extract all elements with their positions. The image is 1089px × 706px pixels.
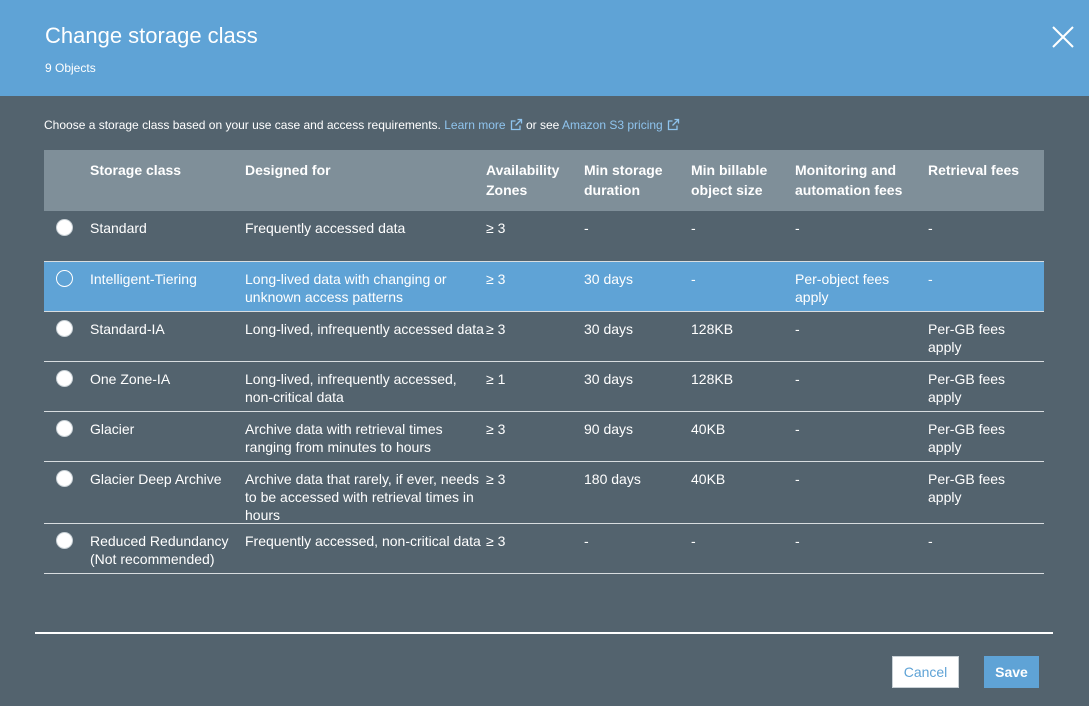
radio-button[interactable] [56,420,73,437]
monitoring-fees: - [795,220,800,236]
min-size: 40KB [691,421,726,437]
storage-class-name: Standard [90,220,147,236]
footer-divider [35,632,1053,634]
min-size: - [691,533,696,549]
monitoring-fees: - [795,421,800,437]
min-size: - [691,271,696,287]
radio-button[interactable] [56,470,73,487]
monitoring-fees: - [795,533,800,549]
pricing-link[interactable]: Amazon S3 pricing [562,118,680,132]
col-monitoring-fees: Monitoring and automation fees [795,162,903,198]
retrieval-fees: - [928,533,933,549]
min-duration: 90 days [584,421,634,437]
radio-button[interactable] [56,370,73,387]
designed-for: Long-lived data with changing or unknown… [245,271,447,305]
designed-for: Archive data that rarely, if ever, needs… [245,471,479,523]
monitoring-fees: Per-object fees apply [795,271,890,305]
intro-description: Choose a storage class based on your use… [44,118,441,132]
min-size: 128KB [691,321,734,337]
table-header: Storage class Designed for Availability Z… [44,150,1044,211]
min-size: 128KB [691,371,734,387]
min-duration: 180 days [584,471,641,487]
availability-zones: ≥ 3 [486,471,506,487]
col-min-billable-size: Min billable object size [691,162,768,198]
storage-class-name: Standard-IA [90,321,165,337]
availability-zones: ≥ 3 [486,421,506,437]
radio-button[interactable] [56,219,73,236]
radio-button[interactable] [56,320,73,337]
retrieval-fees: Per-GB fees apply [928,471,1006,505]
object-count: 9 Objects [45,61,96,75]
monitoring-fees: - [795,371,800,387]
availability-zones: ≥ 1 [486,371,506,387]
col-storage-class: Storage class [90,162,182,178]
storage-class-name: Intelligent-Tiering [90,271,197,287]
monitoring-fees: - [795,321,800,337]
external-link-icon [667,118,679,131]
availability-zones: ≥ 3 [486,271,506,287]
col-designed-for: Designed for [245,162,331,178]
table-row[interactable]: Intelligent-Tiering Long-lived data with… [44,262,1044,312]
min-duration: - [584,533,589,549]
intro-text: Choose a storage class based on your use… [44,118,680,132]
min-size: 40KB [691,471,726,487]
storage-class-table: Storage class Designed for Availability Z… [44,150,1044,574]
table-row[interactable]: Glacier Archive data with retrieval time… [44,412,1044,462]
cancel-button[interactable]: Cancel [892,656,959,688]
retrieval-fees: Per-GB fees apply [928,421,1006,455]
min-duration: 30 days [584,321,634,337]
availability-zones: ≥ 3 [486,533,506,549]
designed-for: Long-lived, infrequently accessed data [245,321,484,337]
radio-button[interactable] [56,532,73,549]
min-duration: 30 days [584,271,634,287]
table-row[interactable]: Reduced Redundancy (Not recommended) Fre… [44,524,1044,574]
retrieval-fees: - [928,220,933,236]
save-button[interactable]: Save [984,656,1039,688]
modal-title: Change storage class [45,23,258,48]
learn-more-link[interactable]: Learn more [444,118,522,132]
table-row[interactable]: Glacier Deep Archive Archive data that r… [44,462,1044,524]
col-retrieval-fees: Retrieval fees [928,162,1020,178]
table-row[interactable]: One Zone-IA Long-lived, infrequently acc… [44,362,1044,412]
close-button[interactable] [1050,24,1076,50]
table-row[interactable]: Standard-IA Long-lived, infrequently acc… [44,312,1044,362]
min-duration: 30 days [584,371,634,387]
designed-for: Frequently accessed data [245,220,406,236]
table-row[interactable]: Standard Frequently accessed data ≥ 3 - … [44,211,1044,262]
designed-for: Long-lived, infrequently accessed, non-c… [245,371,457,405]
or-see-text: or see [525,118,560,132]
external-link-icon [510,118,522,131]
close-icon [1052,26,1074,48]
monitoring-fees: - [795,471,800,487]
storage-class-name: Glacier [90,421,135,437]
availability-zones: ≥ 3 [486,321,506,337]
designed-for: Archive data with retrieval times rangin… [245,421,443,455]
availability-zones: ≥ 3 [486,220,506,236]
retrieval-fees: Per-GB fees apply [928,321,1006,355]
modal-header: Change storage class 9 Objects [0,0,1089,96]
radio-button[interactable] [56,270,73,287]
storage-class-name: One Zone-IA [90,371,171,387]
min-duration: - [584,220,589,236]
min-size: - [691,220,696,236]
retrieval-fees: - [928,271,933,287]
col-availability-zones: Availability Zones [486,162,560,198]
col-min-storage-duration: Min storage duration [584,162,663,198]
retrieval-fees: Per-GB fees apply [928,371,1006,405]
storage-class-name: Reduced Redundancy (Not recommended) [90,533,229,567]
designed-for: Frequently accessed, non-critical data [245,533,481,549]
storage-class-name: Glacier Deep Archive [90,471,222,487]
